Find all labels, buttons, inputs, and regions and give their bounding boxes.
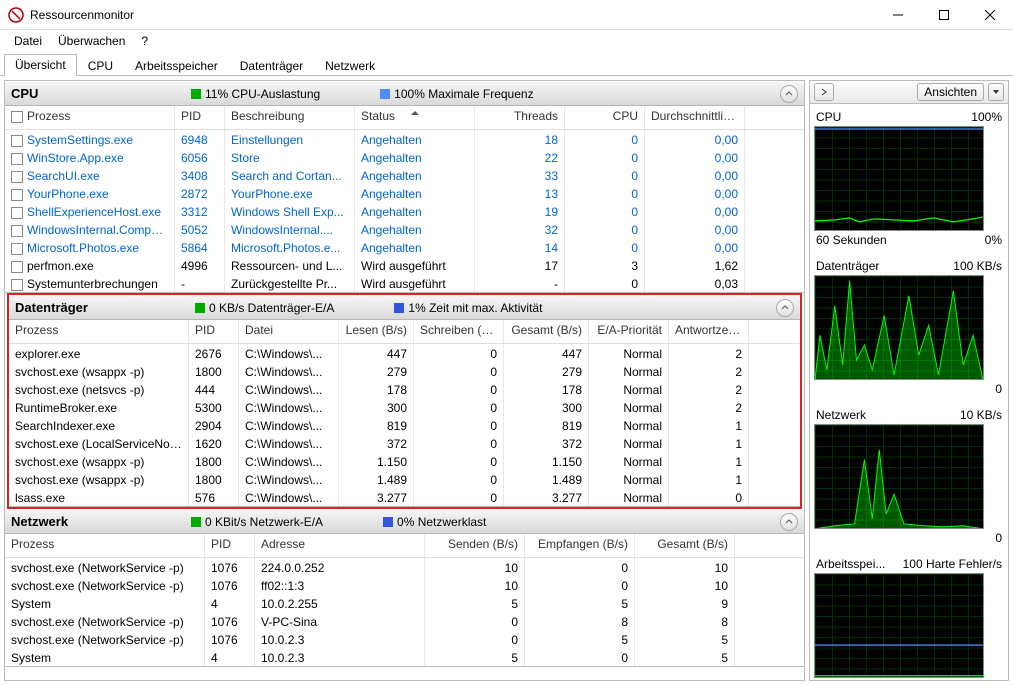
menu-monitor[interactable]: Überwachen (50, 32, 133, 50)
net-collapse-button[interactable] (780, 513, 798, 531)
table-row[interactable]: svchost.exe (NetworkService -p)1076224.0… (5, 558, 804, 576)
tab-memory[interactable]: Arbeitsspeicher (124, 55, 229, 76)
table-row[interactable]: System410.0.2.3505 (5, 648, 804, 666)
table-row[interactable]: svchost.exe (netsvcs -p)444C:\Windows\..… (9, 380, 800, 398)
table-row[interactable]: Microsoft.Photos.exe5864Microsoft.Photos… (5, 238, 804, 256)
table-row[interactable]: perfmon.exe4996Ressourcen- und L...Wird … (5, 256, 804, 274)
table-row[interactable]: Systemunterbrechungen-Zurückgestellte Pr… (5, 274, 804, 292)
disk-table: explorer.exe2676C:\Windows\...4470447Nor… (9, 344, 800, 506)
net-io-stat: 0 KBit/s Netzwerk-E/A (191, 515, 323, 529)
menubar: Datei Überwachen ? (0, 30, 1013, 52)
main-panels: CPU 11% CPU-Auslastung 100% Maximale Fre… (4, 80, 805, 681)
table-row[interactable]: svchost.exe (LocalServiceNoNet...1620C:\… (9, 434, 800, 452)
disk-panel-header[interactable]: Datenträger 0 KB/s Datenträger-E/A 1% Ze… (9, 295, 800, 320)
network-panel: Netzwerk 0 KBit/s Netzwerk-E/A 0% Netzwe… (5, 509, 804, 667)
menu-help[interactable]: ? (133, 32, 156, 50)
tab-cpu[interactable]: CPU (77, 55, 124, 76)
table-row[interactable]: RuntimeBroker.exe5300C:\Windows\...30003… (9, 398, 800, 416)
tabbar: Übersicht CPU Arbeitsspeicher Datenträge… (0, 52, 1013, 76)
net-load-stat: 0% Netzwerklast (383, 515, 486, 529)
cpu-panel-header[interactable]: CPU 11% CPU-Auslastung 100% Maximale Fre… (5, 81, 804, 106)
table-row[interactable]: explorer.exe2676C:\Windows\...4470447Nor… (9, 344, 800, 362)
maximize-button[interactable] (921, 0, 967, 30)
disk-panel: Datenträger 0 KB/s Datenträger-E/A 1% Ze… (9, 295, 800, 507)
table-row[interactable]: ShellExperienceHost.exe3312Windows Shell… (5, 202, 804, 220)
row-checkbox[interactable] (11, 153, 23, 165)
row-checkbox[interactable] (11, 279, 23, 291)
cpu-select-all-checkbox[interactable] (11, 111, 23, 123)
graphs-sidebar: Ansichten CPU100% 60 Sekunden0% Datenträ… (809, 80, 1009, 681)
table-row[interactable]: lsass.exe576C:\Windows\...3.27703.277Nor… (9, 488, 800, 506)
close-button[interactable] (967, 0, 1013, 30)
row-checkbox[interactable] (11, 171, 23, 183)
cpu-panel-title: CPU (11, 86, 191, 101)
cpu-graph: CPU100% 60 Sekunden0% (814, 108, 1004, 249)
cpu-panel: CPU 11% CPU-Auslastung 100% Maximale Fre… (5, 81, 804, 293)
net-table: svchost.exe (NetworkService -p)1076224.0… (5, 558, 804, 666)
disk-panel-title: Datenträger (15, 300, 195, 315)
window-title: Ressourcenmonitor (30, 8, 875, 22)
table-row[interactable]: YourPhone.exe2872YourPhone.exeAngehalten… (5, 184, 804, 202)
cpu-table: SystemSettings.exe6948EinstellungenAngeh… (5, 130, 804, 292)
row-checkbox[interactable] (11, 189, 23, 201)
row-checkbox[interactable] (11, 225, 23, 237)
minimize-button[interactable] (875, 0, 921, 30)
memory-graph: Arbeitsspei...100 Harte Fehler/s (814, 555, 1004, 678)
network-panel-title: Netzwerk (11, 514, 191, 529)
row-checkbox[interactable] (11, 135, 23, 147)
table-row[interactable]: svchost.exe (NetworkService -p)1076ff02:… (5, 576, 804, 594)
graphs-header: Ansichten (809, 80, 1009, 104)
table-row[interactable]: svchost.exe (NetworkService -p)1076V-PC-… (5, 612, 804, 630)
row-checkbox[interactable] (11, 243, 23, 255)
tab-network[interactable]: Netzwerk (314, 55, 386, 76)
cpu-usage-stat: 11% CPU-Auslastung (191, 87, 320, 101)
menu-file[interactable]: Datei (6, 32, 50, 50)
table-row[interactable]: WinStore.App.exe6056StoreAngehalten2200,… (5, 148, 804, 166)
disk-io-stat: 0 KB/s Datenträger-E/A (195, 301, 334, 315)
network-graph: Netzwerk10 KB/s 0 (814, 406, 1004, 547)
table-row[interactable]: System410.0.2.255559 (5, 594, 804, 612)
network-panel-header[interactable]: Netzwerk 0 KBit/s Netzwerk-E/A 0% Netzwe… (5, 509, 804, 534)
disk-columns[interactable]: Prozess PID Datei Lesen (B/s) Schreiben … (9, 320, 800, 344)
row-checkbox[interactable] (11, 261, 23, 273)
titlebar: Ressourcenmonitor (0, 0, 1013, 30)
tab-overview[interactable]: Übersicht (4, 54, 77, 76)
row-checkbox[interactable] (11, 207, 23, 219)
table-row[interactable]: svchost.exe (wsappx -p)1800C:\Windows\..… (9, 452, 800, 470)
table-row[interactable]: SearchIndexer.exe2904C:\Windows\...81908… (9, 416, 800, 434)
cpu-columns[interactable]: Prozess PID Beschreibung Status Threads … (5, 106, 804, 130)
table-row[interactable]: svchost.exe (wsappx -p)1800C:\Windows\..… (9, 470, 800, 488)
cpu-freq-stat: 100% Maximale Frequenz (380, 87, 533, 101)
cpu-collapse-button[interactable] (780, 85, 798, 103)
disk-graph: Datenträger100 KB/s 0 (814, 257, 1004, 398)
disk-collapse-button[interactable] (776, 299, 794, 317)
disk-highlight: Datenträger 0 KB/s Datenträger-E/A 1% Ze… (7, 293, 802, 509)
views-dropdown[interactable] (988, 83, 1004, 101)
net-columns[interactable]: Prozess PID Adresse Senden (B/s) Empfang… (5, 534, 804, 558)
table-row[interactable]: WindowsInternal.Composa...5052WindowsInt… (5, 220, 804, 238)
app-icon (8, 7, 24, 23)
table-row[interactable]: svchost.exe (wsappx -p)1800C:\Windows\..… (9, 362, 800, 380)
views-button[interactable]: Ansichten (917, 83, 984, 101)
table-row[interactable]: SearchUI.exe3408Search and Cortan...Ange… (5, 166, 804, 184)
table-row[interactable]: svchost.exe (NetworkService -p)107610.0.… (5, 630, 804, 648)
tab-disk[interactable]: Datenträger (229, 55, 314, 76)
disk-activity-stat: 1% Zeit mit max. Aktivität (394, 301, 542, 315)
table-row[interactable]: SystemSettings.exe6948EinstellungenAngeh… (5, 130, 804, 148)
nav-right-button[interactable] (814, 83, 834, 101)
